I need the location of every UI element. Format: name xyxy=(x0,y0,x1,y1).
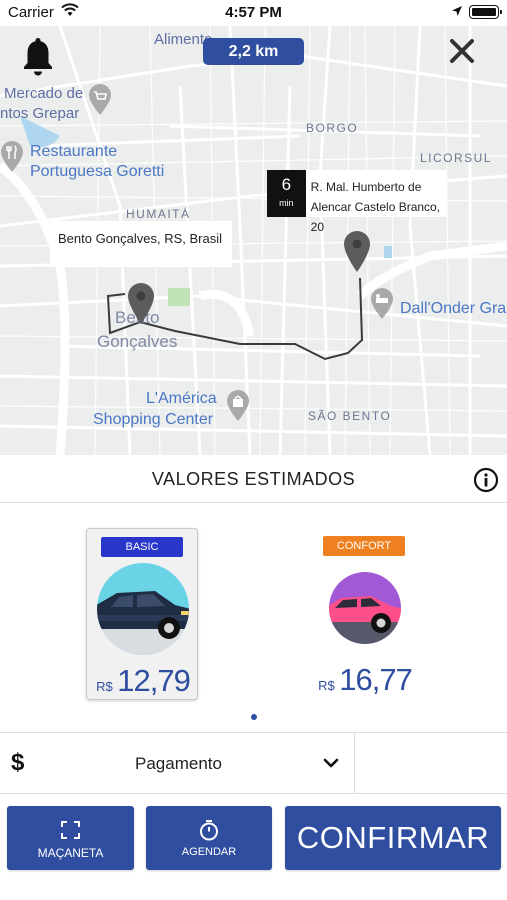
ride-value-confort: 16,77 xyxy=(339,662,413,697)
estimates-title: VALORES ESTIMADOS xyxy=(151,469,356,489)
stopwatch-icon xyxy=(200,820,218,841)
basic-car-icon xyxy=(97,563,189,655)
ride-request-screen: Carrier 4:57 PM Alimento Mercado de ntos… xyxy=(0,0,507,900)
macaneta-label: MAÇANETA xyxy=(37,846,104,860)
ride-price-confort: R$ 16,77 xyxy=(309,662,421,698)
ride-badge-basic: BASIC xyxy=(101,537,183,557)
destination-address-line1: R. Mal. Humberto de xyxy=(310,180,422,194)
map-label-shopping-2: Shopping Center xyxy=(93,411,214,428)
ride-currency-basic: R$ xyxy=(96,679,113,694)
origin-label: Bento Gonçalves, RS, Brasil xyxy=(50,221,232,267)
map-label-shopping: L'América xyxy=(146,390,217,407)
map-label-restaurante-2: Portuguesa Goretti xyxy=(30,163,165,180)
schedule-label: AGENDAR xyxy=(181,846,237,858)
map-label-restaurante: Restaurante xyxy=(30,143,118,160)
close-button[interactable] xyxy=(448,37,476,65)
estimates-header: VALORES ESTIMADOS xyxy=(0,455,507,503)
ride-option-confort[interactable]: CONFORT R$ 16,77 xyxy=(309,528,421,700)
payment-divider xyxy=(354,733,355,794)
expand-corners-icon xyxy=(61,821,80,839)
map-label-mercado-2: ntos Grepar xyxy=(0,105,80,122)
confirm-label: CONFIRMAR xyxy=(296,820,490,855)
eta-badge: 6 min xyxy=(267,170,306,217)
destination-address: R. Mal. Humberto de Alencar Castelo Bran… xyxy=(306,170,447,234)
ride-options: BASIC R$ 12,79 CONFORT R$ 16,77 xyxy=(0,503,507,732)
ride-badge-confort: CONFORT xyxy=(323,536,405,556)
hotel-pin-icon xyxy=(371,288,393,319)
map-label-humaita: HUMAITÁ xyxy=(126,207,191,221)
map-label-licorsul: LICORSUL xyxy=(420,151,493,165)
page-indicator xyxy=(251,714,257,720)
map-label-borgo: BORGO xyxy=(306,121,359,135)
ride-currency-confort: R$ xyxy=(318,678,335,693)
map-label-mercado: Mercado de xyxy=(4,85,84,102)
battery-icon xyxy=(469,5,502,19)
info-icon[interactable] xyxy=(473,467,499,493)
close-icon xyxy=(450,39,474,63)
route-map[interactable]: Alimento Mercado de ntos Grepar Restaura… xyxy=(0,26,507,455)
status-bar: Carrier 4:57 PM xyxy=(0,0,507,26)
ride-price-basic: R$ 12,79 xyxy=(87,663,199,699)
chevron-down-icon xyxy=(323,758,339,768)
payment-label: Pagamento xyxy=(135,754,222,773)
payment-selector[interactable]: $ Pagamento xyxy=(0,732,507,794)
clock: 4:57 PM xyxy=(225,4,282,21)
ride-option-basic[interactable]: BASIC R$ 12,79 xyxy=(86,528,198,700)
destination-address-line2: Alencar Castelo Branco, 20 xyxy=(310,200,441,234)
location-arrow-icon xyxy=(452,6,462,16)
notifications-button[interactable] xyxy=(20,34,56,78)
shopping-cart-pin-icon xyxy=(89,84,111,115)
ride-value-basic: 12,79 xyxy=(117,663,191,698)
map-label-city-2: Gonçalves xyxy=(97,332,178,351)
restaurant-pin-icon xyxy=(1,141,23,172)
confort-car-icon xyxy=(329,572,401,644)
destination-callout: 6 min R. Mal. Humberto de Alencar Castel… xyxy=(267,170,447,234)
eta-unit: min xyxy=(279,198,294,208)
map-label-sao-bento: SÃO BENTO xyxy=(308,409,392,423)
map-label-dallonder: Dall'Onder Gra xyxy=(400,300,507,317)
macaneta-button[interactable]: MAÇANETA xyxy=(7,806,134,870)
eta-value: 6 xyxy=(281,175,292,194)
confirm-button[interactable]: CONFIRMAR xyxy=(285,806,501,870)
bell-icon xyxy=(24,38,52,76)
schedule-button[interactable]: AGENDAR xyxy=(146,806,272,870)
dollar-icon: $ xyxy=(11,749,25,776)
shopping-bag-pin-icon xyxy=(227,390,249,421)
distance-badge: 2,2 km xyxy=(203,38,304,65)
origin-pin-icon xyxy=(128,283,154,324)
